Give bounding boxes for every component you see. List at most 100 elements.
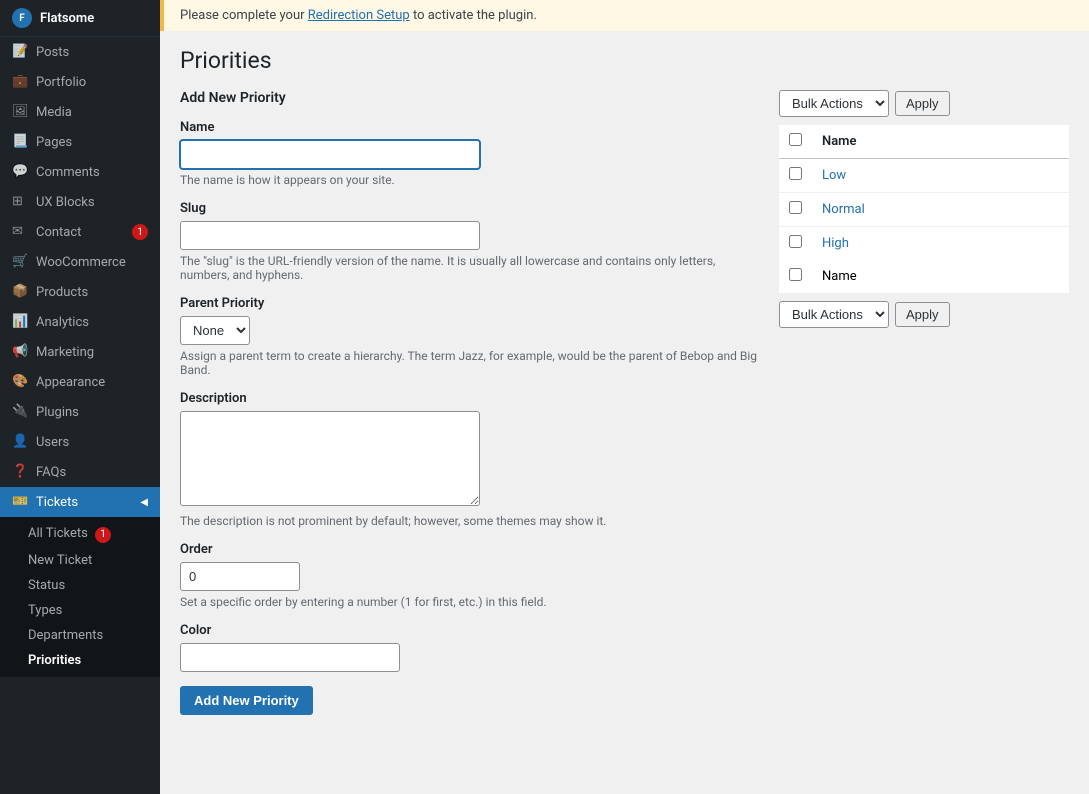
brand-name: Flatsome [40,11,94,26]
col-name-header: Name [812,125,1069,159]
form-section-title: Add New Priority [180,90,759,106]
collapse-arrow-icon: ◀ [140,497,148,508]
priorities-list-panel: Bulk Actions Apply Name [779,90,1069,336]
row-checkbox-cell [779,159,812,193]
sidebar: F Flatsome 📝 Posts 💼 Portfolio 🖼 Media 📃… [0,0,160,794]
brand-logo: F [12,8,32,28]
sidebar-item-ux-blocks[interactable]: ⊞ UX Blocks [0,187,160,217]
row-checkbox[interactable] [789,235,802,248]
sidebar-item-contact[interactable]: ✉ Contact 1 [0,217,160,247]
contact-icon: ✉ [12,224,28,240]
name-input[interactable] [180,140,480,169]
row-checkbox-cell [779,227,812,261]
sidebar-item-portfolio[interactable]: 💼 Portfolio [0,67,160,97]
page-title: Priorities [180,47,1069,74]
slug-group: Slug The "slug" is the URL-friendly vers… [180,201,759,282]
notice-bar: Please complete your Redirection Setup t… [160,0,1089,31]
parent-group: Parent Priority None Assign a parent ter… [180,296,759,377]
posts-icon: 📝 [12,44,28,60]
priorities-table: Name Low Normal High [779,125,1069,293]
description-label: Description [180,391,759,406]
col-checkbox-header [779,125,812,159]
row-name-cell: Normal [812,193,1069,227]
footer-checkbox-cell [779,260,812,293]
comments-icon: 💬 [12,164,28,180]
order-hint: Set a specific order by entering a numbe… [180,595,759,609]
table-row: High [779,227,1069,261]
sidebar-item-tickets[interactable]: 🎫 Tickets ◀ [0,487,160,517]
marketing-icon: 📢 [12,344,28,360]
color-group: Color [180,623,759,672]
description-textarea[interactable] [180,411,480,506]
analytics-icon: 📊 [12,314,28,330]
sidebar-item-posts[interactable]: 📝 Posts [0,37,160,67]
row-checkbox-cell [779,193,812,227]
priority-name-link[interactable]: Normal [822,202,865,217]
ux-blocks-icon: ⊞ [12,194,28,210]
row-name-cell: Low [812,159,1069,193]
parent-select[interactable]: None [180,316,250,345]
select-all-checkbox[interactable] [789,133,802,146]
apply-button-top[interactable]: Apply [895,91,950,116]
row-checkbox[interactable] [789,201,802,214]
table-row: Low [779,159,1069,193]
order-input[interactable] [180,562,300,591]
order-group: Order Set a specific order by entering a… [180,542,759,609]
main-content: Please complete your Redirection Setup t… [160,0,1089,794]
slug-label: Slug [180,201,759,216]
sidebar-item-pages[interactable]: 📃 Pages [0,127,160,157]
parent-hint: Assign a parent term to create a hierarc… [180,349,759,377]
color-input[interactable] [180,643,400,672]
redirection-setup-link[interactable]: Redirection Setup [308,8,410,23]
products-icon: 📦 [12,284,28,300]
bulk-bar-top: Bulk Actions Apply [779,90,1069,117]
sidebar-item-products[interactable]: 📦 Products [0,277,160,307]
woo-icon: 🛒 [12,254,28,270]
sidebar-item-comments[interactable]: 💬 Comments [0,157,160,187]
contact-badge: 1 [132,224,148,240]
submenu-status[interactable]: Status [0,573,160,598]
priority-name-link[interactable]: High [822,236,849,251]
faqs-icon: ❓ [12,464,28,480]
submenu-all-tickets[interactable]: All Tickets 1 [0,521,160,548]
pages-icon: 📃 [12,134,28,150]
submenu-departments[interactable]: Departments [0,623,160,648]
add-new-priority-button[interactable]: Add New Priority [180,686,313,715]
name-label: Name [180,120,759,135]
sidebar-item-plugins[interactable]: 🔌 Plugins [0,397,160,427]
tickets-submenu: All Tickets 1 New Ticket Status Types De… [0,517,160,677]
tickets-icon: 🎫 [12,494,28,510]
row-checkbox[interactable] [789,167,802,180]
submenu-types[interactable]: Types [0,598,160,623]
bulk-actions-select-bottom[interactable]: Bulk Actions [779,301,889,328]
bulk-actions-select-top[interactable]: Bulk Actions [779,90,889,117]
appearance-icon: 🎨 [12,374,28,390]
apply-button-bottom[interactable]: Apply [895,302,950,327]
add-priority-form: Add New Priority Name The name is how it… [180,90,759,715]
name-group: Name The name is how it appears on your … [180,120,759,187]
description-hint: The description is not prominent by defa… [180,514,759,528]
footer-select-all-checkbox[interactable] [789,268,802,281]
sidebar-item-analytics[interactable]: 📊 Analytics [0,307,160,337]
sidebar-item-woocommerce[interactable]: 🛒 WooCommerce [0,247,160,277]
sidebar-item-marketing[interactable]: 📢 Marketing [0,337,160,367]
sidebar-item-users[interactable]: 👤 Users [0,427,160,457]
plugins-icon: 🔌 [12,404,28,420]
slug-hint: The "slug" is the URL-friendly version o… [180,254,759,282]
order-label: Order [180,542,759,557]
slug-input[interactable] [180,221,480,250]
sidebar-item-faqs[interactable]: ❓ FAQs [0,457,160,487]
table-row: Normal [779,193,1069,227]
bulk-bar-bottom: Bulk Actions Apply [779,301,1069,328]
description-group: Description The description is not promi… [180,391,759,528]
sidebar-item-media[interactable]: 🖼 Media [0,97,160,127]
sidebar-item-appearance[interactable]: 🎨 Appearance [0,367,160,397]
submenu-priorities[interactable]: Priorities [0,648,160,673]
sidebar-brand: F Flatsome [0,0,160,37]
color-label: Color [180,623,759,638]
priority-name-link[interactable]: Low [822,168,846,183]
submenu-new-ticket[interactable]: New Ticket [0,548,160,573]
portfolio-icon: 💼 [12,74,28,90]
row-name-cell: High [812,227,1069,261]
media-icon: 🖼 [12,104,28,120]
